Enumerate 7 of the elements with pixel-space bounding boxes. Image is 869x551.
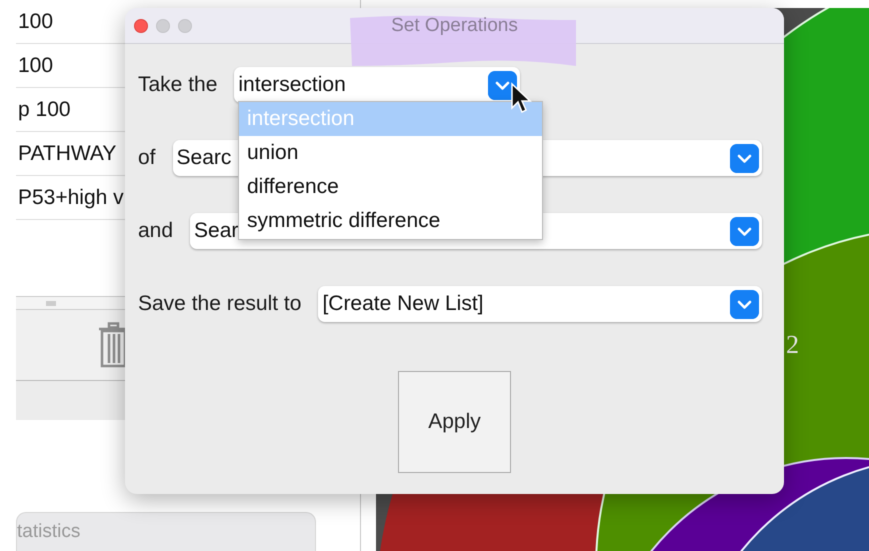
panel-title: tatistics (17, 521, 80, 543)
field-label: Take the (138, 73, 218, 97)
region-count: 2 (786, 330, 799, 359)
field-label: of (138, 146, 156, 170)
window-title: Set Operations (391, 15, 518, 37)
field-label: Save the result to (138, 292, 302, 316)
field-label: and (138, 219, 174, 243)
